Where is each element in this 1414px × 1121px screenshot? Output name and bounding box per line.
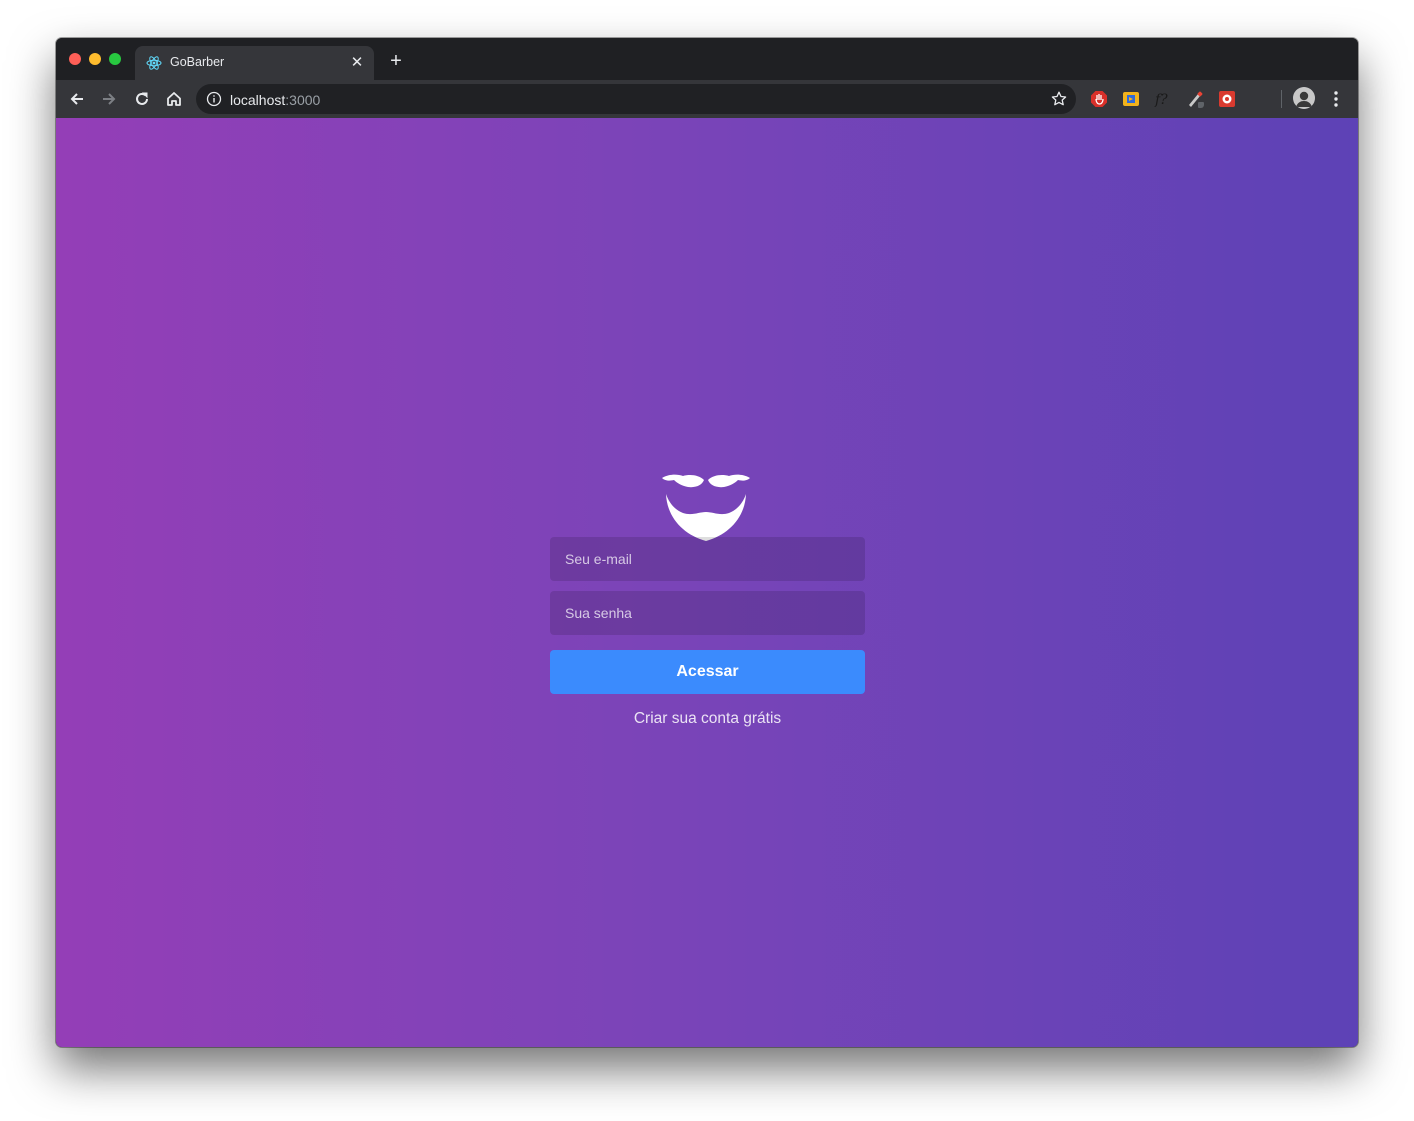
address-bar[interactable]: localhost:3000 [196, 84, 1076, 114]
home-icon[interactable] [162, 87, 186, 111]
url-port: :3000 [285, 92, 321, 108]
back-arrow-icon[interactable] [65, 87, 89, 111]
extension-icon[interactable] [1122, 90, 1140, 108]
kebab-menu-icon[interactable] [1328, 89, 1344, 109]
url-text: localhost:3000 [230, 92, 320, 108]
svg-text:f?: f? [1154, 92, 1168, 108]
toolbar: localhost:3000 f? [56, 80, 1358, 119]
plus-icon[interactable]: + [386, 51, 406, 71]
adblock-extension-icon[interactable] [1090, 90, 1108, 108]
toolbar-separator [1281, 90, 1282, 108]
signup-link[interactable]: Criar sua conta grátis [550, 710, 865, 728]
extension-icon[interactable] [1218, 90, 1236, 108]
colorpicker-extension-icon[interactable] [1186, 90, 1204, 108]
browser-window: GoBarber ✕ + localhost:3000 f? Seu e-mai… [56, 38, 1358, 1047]
bookmark-star-icon[interactable] [1050, 90, 1068, 108]
minimize-window-button[interactable] [89, 53, 101, 65]
profile-avatar-icon[interactable] [1293, 87, 1315, 109]
react-favicon-icon [146, 56, 162, 70]
login-page: Acessar Criar sua conta grátis [56, 118, 1358, 1047]
tab-gobarber[interactable]: GoBarber ✕ [135, 46, 374, 80]
password-field[interactable] [550, 591, 865, 635]
maximize-window-button[interactable] [109, 53, 121, 65]
url-host: localhost [230, 92, 286, 108]
tab-title: GoBarber [170, 55, 225, 69]
whatfont-extension-icon[interactable]: f? [1154, 90, 1172, 108]
email-field[interactable] [550, 537, 865, 581]
reload-icon[interactable] [130, 87, 154, 111]
acessar-button[interactable]: Acessar [550, 650, 865, 694]
close-icon[interactable]: ✕ [348, 54, 366, 72]
info-icon[interactable] [206, 91, 222, 107]
forward-arrow-icon[interactable] [97, 87, 121, 111]
close-window-button[interactable] [69, 53, 81, 65]
mustache-beard-logo [662, 474, 750, 541]
tab-strip: GoBarber ✕ + [56, 38, 1358, 80]
